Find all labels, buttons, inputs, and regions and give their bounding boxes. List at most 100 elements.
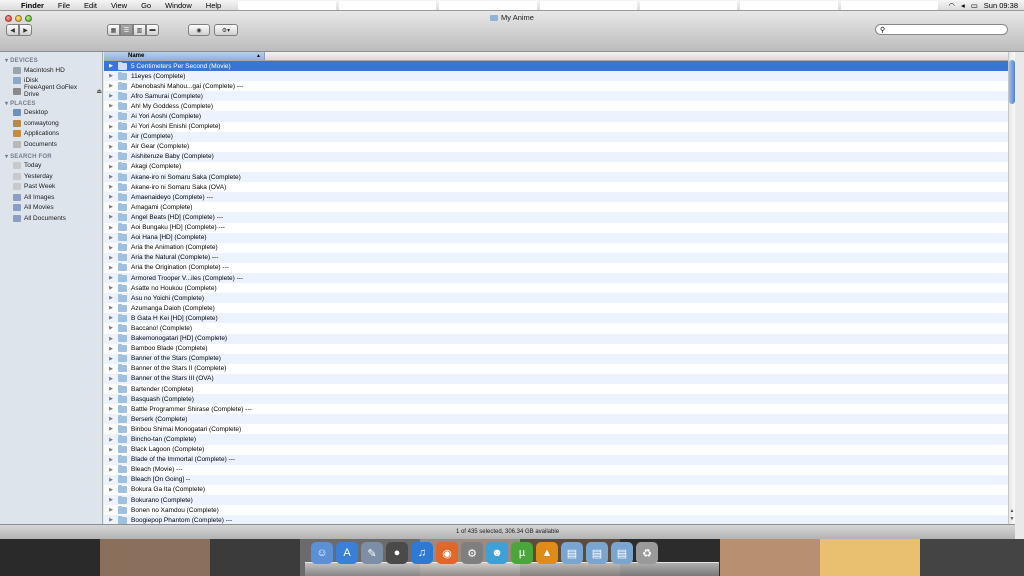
volume-icon[interactable]: ◂ (961, 1, 965, 10)
list-item[interactable]: ▶ Bleach (Movie) --- (104, 465, 1008, 475)
disclosure-triangle-icon[interactable]: ▶ (104, 174, 118, 180)
list-item[interactable]: ▶ Black Lagoon (Complete) (104, 445, 1008, 455)
list-item[interactable]: ▶ Bartender (Complete) (104, 384, 1008, 394)
disclosure-triangle-icon[interactable]: ▶ (104, 336, 118, 342)
disclosure-triangle-icon[interactable]: ▶ (104, 194, 118, 200)
disclosure-triangle-icon[interactable]: ▶ (104, 265, 118, 271)
menu-go[interactable]: Go (134, 1, 158, 10)
wifi-icon[interactable]: ◠ (948, 1, 955, 10)
list-item[interactable]: ▶ Banner of the Stars II (Complete) (104, 364, 1008, 374)
disclosure-triangle-icon[interactable]: ▶ (104, 507, 118, 513)
disclosure-triangle-icon[interactable]: ▶ (104, 487, 118, 493)
disclosure-triangle-icon[interactable]: ▶ (104, 416, 118, 422)
cover-flow-button[interactable]: ▬ (146, 24, 159, 36)
list-item[interactable]: ▶ Blade of the Immortal (Complete) --- (104, 454, 1008, 465)
vertical-scrollbar[interactable]: ▲ ▼ (1008, 52, 1015, 524)
action-menu-button[interactable]: ⚙▾ (214, 24, 238, 36)
list-item[interactable]: ▶ Amagami (Complete) (104, 202, 1008, 212)
list-item[interactable]: ▶ Bokura Ga Ita (Complete) (104, 485, 1008, 495)
disclosure-triangle-icon[interactable]: ▶ (104, 73, 118, 79)
disclosure-triangle-icon[interactable]: ▶ (104, 103, 118, 109)
title-bar[interactable]: My Anime ◀ ▶ ▦ ☰ ▥ ▬ ◉ ⚙▾ ⚲ (0, 11, 1024, 52)
disclosure-triangle-icon[interactable]: ▶ (104, 164, 118, 170)
list-item[interactable]: ▶ B Gata H Kei [HD] (Complete) (104, 313, 1008, 324)
scroll-up-arrow-icon[interactable]: ▲ (1009, 508, 1015, 514)
sidebar-item-desktop[interactable]: Desktop (0, 108, 102, 119)
list-item[interactable]: ▶ Asatte no Houkou (Complete) (104, 283, 1008, 293)
disclosure-triangle-icon[interactable]: ▶ (104, 457, 118, 463)
firefox-icon[interactable]: ◉ (436, 542, 458, 564)
menu-window[interactable]: Window (158, 1, 199, 10)
list-item[interactable]: ▶ Aria the Origination (Complete) --- (104, 263, 1008, 273)
list-item[interactable]: ▶ Bleach [On Going] -- (104, 474, 1008, 485)
messenger-icon[interactable]: ☻ (486, 542, 508, 564)
app-store-icon[interactable]: A (336, 542, 358, 564)
scrollbar-thumb[interactable] (1009, 60, 1015, 104)
list-item[interactable]: ▶ Basquash (Complete) (104, 394, 1008, 405)
system-preferences-icon[interactable]: ⚙ (461, 542, 483, 564)
scroll-down-arrow-icon[interactable]: ▼ (1009, 516, 1015, 522)
disclosure-triangle-icon[interactable]: ▶ (104, 245, 118, 251)
list-item[interactable]: ▶ Bakemonogatari [HD] (Complete) (104, 333, 1008, 344)
list-item[interactable]: ▶ Berserk (Complete) (104, 414, 1008, 425)
list-item[interactable]: ▶ Aoi Bungaku [HD] (Complete) --- (104, 223, 1008, 233)
list-item[interactable]: ▶ Akane-iro ni Somaru Saka (Complete) (104, 172, 1008, 183)
itunes-icon[interactable]: ♫ (411, 542, 433, 564)
disclosure-triangle-icon[interactable]: ▶ (104, 134, 118, 140)
disclosure-triangle-icon[interactable]: ▶ (104, 366, 118, 372)
list-item[interactable]: ▶ Aoi Hana [HD] (Complete) (104, 232, 1008, 243)
sidebar-item-past-week[interactable]: Past Week (0, 182, 102, 193)
disclosure-triangle-icon[interactable]: ▶ (104, 325, 118, 331)
sidebar-item-all-movies[interactable]: All Movies (0, 203, 102, 214)
webcam-icon[interactable]: ● (386, 542, 408, 564)
disclosure-triangle-icon[interactable]: ▶ (104, 346, 118, 352)
disclosure-triangle-icon[interactable]: ▶ (104, 447, 118, 453)
sidebar-item-macintosh-hd[interactable]: Macintosh HD (0, 65, 102, 76)
disclosure-triangle-icon[interactable]: ▶ (104, 517, 118, 523)
sidebar-item-yesterday[interactable]: Yesterday (0, 171, 102, 182)
list-item[interactable]: ▶ Bincho-tan (Complete) (104, 434, 1008, 445)
menu-view[interactable]: View (104, 1, 134, 10)
battery-icon[interactable]: ▭ (971, 1, 978, 10)
list-item[interactable]: ▶ Ah! My Goddess (Complete) (104, 101, 1008, 111)
utorrent-icon[interactable]: µ (511, 542, 533, 564)
disclosure-triangle-icon[interactable]: ▶ (104, 396, 118, 402)
list-item[interactable]: ▶ Akane-iro ni Somaru Saka (OVA) (104, 182, 1008, 192)
disclosure-triangle-icon[interactable]: ▶ (104, 285, 118, 291)
back-button[interactable]: ◀ (6, 24, 19, 36)
list-view-button[interactable]: ☰ (120, 24, 133, 36)
menu-app-name[interactable]: Finder (14, 1, 51, 10)
disclosure-triangle-icon[interactable]: ▶ (104, 225, 118, 231)
disclosure-triangle-icon[interactable]: ▶ (104, 295, 118, 301)
disclosure-triangle-icon[interactable]: ▶ (104, 124, 118, 130)
list-item[interactable]: ▶ Azumanga Daioh (Complete) (104, 303, 1008, 313)
disclosure-triangle-icon[interactable]: ▶ (104, 315, 118, 321)
list-item[interactable]: ▶ Bokurano (Complete) (104, 495, 1008, 506)
list-item[interactable]: ▶ Armored Trooper V...iles (Complete) --- (104, 272, 1008, 284)
disclosure-triangle-icon[interactable]: ▶ (104, 477, 118, 483)
sidebar-item-today[interactable]: Today (0, 161, 102, 172)
disclosure-triangle-icon[interactable]: ▶ (104, 83, 118, 89)
menu-clock[interactable]: Sun 09:38 (984, 1, 1018, 10)
disclosure-triangle-icon[interactable]: ▶ (104, 204, 118, 210)
sidebar-item-applications[interactable]: Applications (0, 129, 102, 140)
disclosure-triangle-icon[interactable]: ▶ (104, 214, 118, 220)
column-view-button[interactable]: ▥ (133, 24, 146, 36)
disclosure-triangle-icon[interactable]: ▶ (104, 497, 118, 503)
documents-stack-icon[interactable]: ▤ (561, 542, 583, 564)
list-item[interactable]: ▶ Air (Complete) (104, 131, 1008, 142)
disclosure-triangle-icon[interactable]: ▶ (104, 235, 118, 241)
disclosure-triangle-icon[interactable]: ▶ (104, 376, 118, 382)
finder-icon[interactable]: ☺ (311, 542, 333, 564)
sidebar-item-all-images[interactable]: All Images (0, 192, 102, 203)
sidebar-item-documents[interactable]: Documents (0, 139, 102, 150)
disclosure-triangle-icon[interactable]: ▶ (104, 305, 118, 311)
sidebar-item-conwaytong[interactable]: conwaytong (0, 118, 102, 129)
list-item[interactable]: ▶ Banner of the Stars III (OVA) (104, 373, 1008, 384)
applications-stack-icon[interactable]: ▤ (611, 542, 633, 564)
forward-button[interactable]: ▶ (19, 24, 32, 36)
list-item[interactable]: ▶ Battle Programmer Shirase (Complete) --… (104, 404, 1008, 414)
list-item[interactable]: ▶ Air Gear (Complete) (104, 142, 1008, 152)
list-item[interactable]: ▶ Afro Samurai (Complete) (104, 91, 1008, 102)
list-item[interactable]: ▶ Ai Yori Aoshi Enishi (Complete) (104, 122, 1008, 132)
